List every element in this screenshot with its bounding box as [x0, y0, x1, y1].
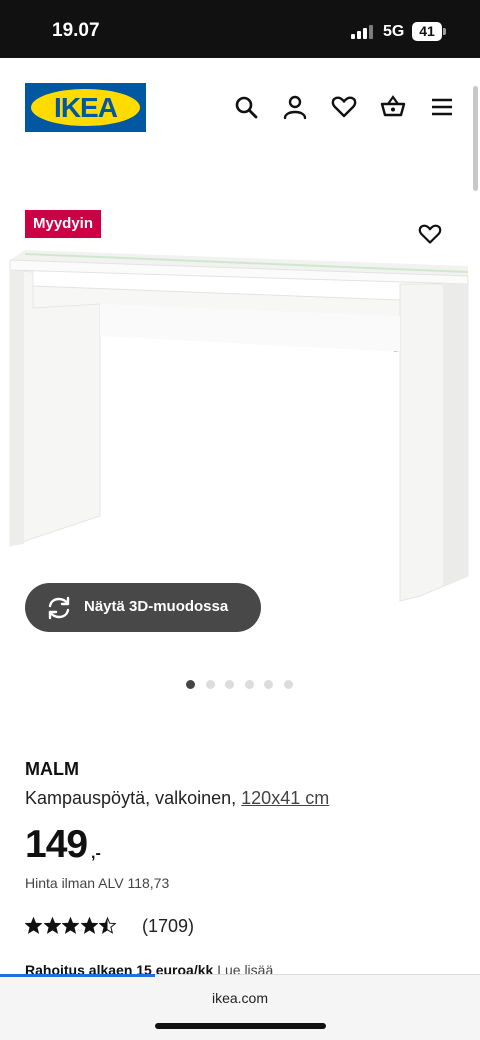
status-bar: 19.07 5G 41	[0, 0, 480, 58]
logo-text: IKEA	[54, 92, 118, 123]
page-scrollbar[interactable]	[473, 86, 478, 191]
carousel-dot[interactable]	[264, 680, 273, 689]
heart-icon[interactable]	[331, 94, 357, 120]
carousel-dot[interactable]	[225, 680, 234, 689]
star-full-icon	[62, 917, 79, 934]
carousel-dot[interactable]	[283, 680, 293, 689]
site-header: IKEA	[0, 58, 480, 158]
carousel-dot[interactable]	[186, 680, 195, 689]
product-size-link[interactable]: 120x41 cm	[241, 788, 329, 808]
product-name: MALM	[25, 759, 79, 779]
home-indicator	[155, 1023, 326, 1029]
product-image[interactable]	[0, 246, 480, 606]
product-type: Kampauspöytä, valkoinen,	[25, 788, 237, 808]
browser-url[interactable]: ikea.com	[0, 990, 480, 1006]
battery-level: 41	[412, 22, 442, 41]
rotate-3d-icon	[48, 596, 70, 620]
view-3d-button[interactable]: Näytä 3D-muodossa	[25, 583, 261, 632]
product-description: Kampauspöytä, valkoinen, 120x41 cm	[25, 788, 329, 809]
status-time: 19.07	[52, 20, 100, 41]
star-half-icon	[99, 917, 116, 934]
review-count[interactable]: (1709)	[142, 916, 194, 937]
star-full-icon	[25, 917, 42, 934]
carousel-dot[interactable]	[205, 680, 215, 689]
battery-icon: 41	[412, 22, 446, 41]
browser-url-bar[interactable]	[0, 974, 480, 1040]
user-icon[interactable]	[282, 94, 308, 120]
price-excluding-vat: Hinta ilman ALV 118,73	[25, 875, 170, 891]
carousel-dot[interactable]	[244, 680, 254, 689]
star-full-icon	[80, 917, 98, 934]
price-suffix: ,-	[91, 845, 101, 862]
star-full-icon	[43, 917, 61, 934]
network-label: 5G	[383, 23, 405, 40]
page-load-progress	[0, 974, 155, 977]
signal-icon	[351, 24, 375, 39]
ikea-logo[interactable]: IKEA	[25, 83, 146, 132]
bestseller-badge: Myydyin	[25, 210, 102, 238]
favourite-heart-icon[interactable]	[418, 222, 442, 246]
menu-icon[interactable]	[429, 94, 455, 120]
basket-icon[interactable]	[380, 94, 406, 120]
product-price: 149	[25, 823, 88, 866]
search-icon[interactable]	[233, 94, 259, 120]
view-3d-label: Näytä 3D-muodossa	[84, 598, 229, 615]
